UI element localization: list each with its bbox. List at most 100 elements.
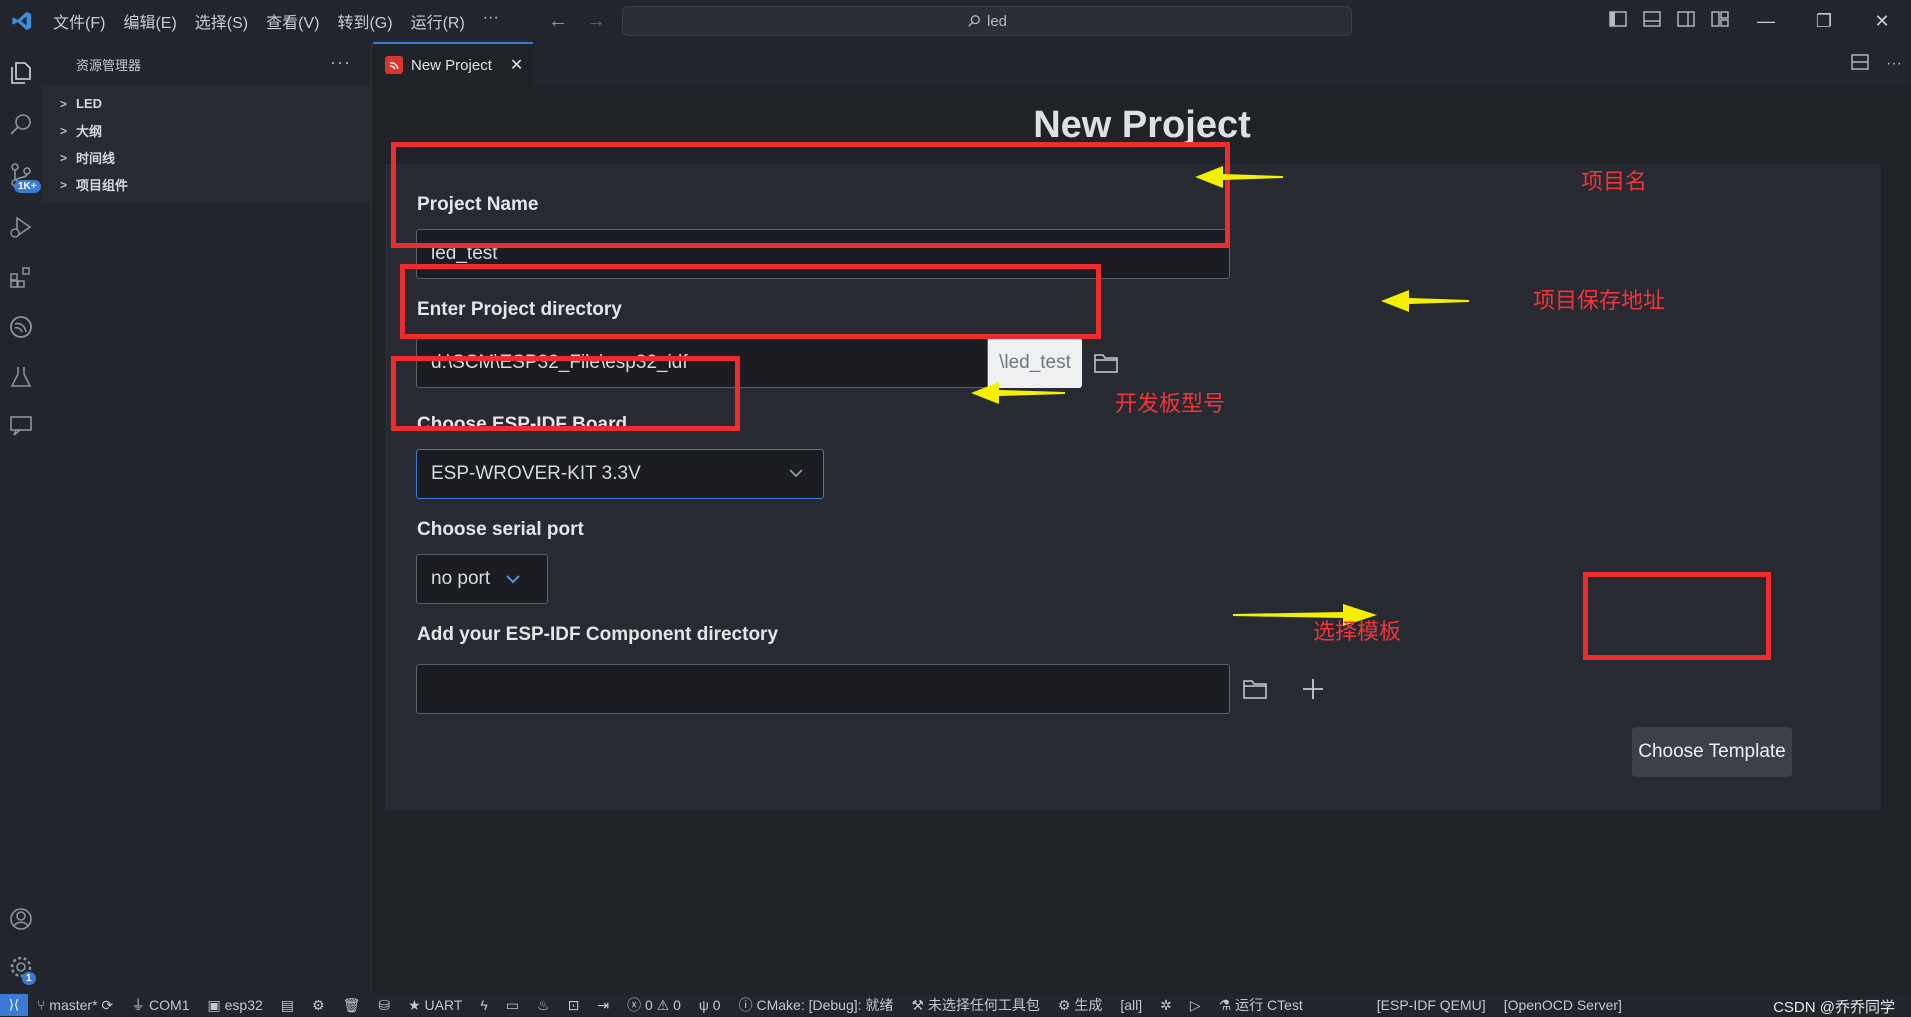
- toggle-panel-icon[interactable]: [1635, 10, 1669, 32]
- menu-go[interactable]: 转到(G): [328, 9, 401, 33]
- component-directory-input[interactable]: [416, 664, 1230, 714]
- tree-item-timeline[interactable]: > 时间线: [42, 144, 371, 171]
- menu-more[interactable]: ···: [474, 9, 508, 33]
- remote-indicator-icon[interactable]: ⟩⟨: [0, 994, 28, 1016]
- com-port-item[interactable]: ⏚ COM1: [122, 995, 198, 1015]
- toggle-primary-sidebar-icon[interactable]: [1601, 10, 1635, 32]
- vscode-logo-icon: [8, 7, 36, 35]
- openocd-item[interactable]: [OpenOCD Server]: [1495, 997, 1631, 1013]
- manage-gear-icon[interactable]: 1: [0, 946, 42, 988]
- explorer-sidebar: 资源管理器 ··· > LED > 大纲 > 时间线 > 项目组件: [42, 42, 372, 994]
- database-icon[interactable]: ⛁: [369, 997, 399, 1014]
- full-clean-icon[interactable]: 🗑: [334, 997, 370, 1014]
- ports-item[interactable]: ψ 0: [690, 997, 730, 1013]
- info-icon: ⓘ: [738, 997, 757, 1013]
- browse-folder-icon[interactable]: [1088, 345, 1124, 381]
- add-component-icon[interactable]: [1295, 671, 1331, 707]
- back-arrow-icon[interactable]: ←: [548, 10, 568, 33]
- close-window-icon[interactable]: ✕: [1853, 11, 1911, 32]
- annotation-box-project-name: [391, 142, 1230, 248]
- browse-component-folder-icon[interactable]: [1237, 671, 1273, 707]
- minimize-icon[interactable]: —: [1737, 11, 1795, 32]
- source-control-icon[interactable]: 1K+: [0, 154, 42, 196]
- menu-run[interactable]: 运行(R): [402, 9, 474, 33]
- esp-idf-icon[interactable]: [0, 306, 42, 348]
- terminal-icon[interactable]: ⊡: [559, 997, 589, 1014]
- qemu-item[interactable]: [ESP-IDF QEMU]: [1368, 997, 1495, 1013]
- sidebar-title: 资源管理器: [76, 57, 142, 73]
- chevron-right-icon: >: [60, 177, 68, 192]
- tree-item-label: 时间线: [76, 151, 116, 166]
- annotation-arrow-icon: [1195, 166, 1283, 188]
- menu-selection[interactable]: 选择(S): [186, 9, 257, 33]
- build-gear-icon: ⚙: [1057, 997, 1075, 1013]
- customize-layout-icon[interactable]: [1703, 10, 1737, 32]
- run-debug-icon[interactable]: [0, 206, 42, 248]
- chevron-right-icon: >: [60, 96, 68, 111]
- chevron-down-icon: [506, 575, 520, 584]
- command-center-search[interactable]: led: [622, 6, 1352, 36]
- flash-method-item[interactable]: ★ UART: [399, 997, 471, 1014]
- choose-template-button[interactable]: Choose Template: [1632, 727, 1792, 777]
- settings-badge: 1: [22, 972, 36, 985]
- sdk-config-icon[interactable]: ▤: [272, 997, 303, 1014]
- component-directory-label: Add your ESP-IDF Component directory: [417, 624, 779, 645]
- tools-icon: ⚒: [911, 997, 928, 1013]
- cmake-status-item[interactable]: ⓘ CMake: [Debug]: 就绪: [730, 995, 903, 1015]
- split-editor-icon[interactable]: [1843, 53, 1877, 75]
- flask-icon: ⚗: [1218, 997, 1236, 1013]
- monitor-icon[interactable]: ▭: [497, 997, 528, 1014]
- flame-icon[interactable]: ♨: [528, 997, 559, 1014]
- plug-icon: ⏚: [131, 997, 150, 1013]
- flash-bolt-icon[interactable]: ϟ: [471, 997, 496, 1013]
- target-item[interactable]: ▣ esp32: [199, 997, 272, 1014]
- annotation-note-project-dir: 项目保存地址: [1533, 288, 1666, 313]
- watermark: CSDN @乔乔同学: [1773, 999, 1895, 1016]
- annotation-note-board: 开发板型号: [1115, 391, 1226, 416]
- tab-label: New Project: [411, 56, 492, 74]
- settings-icon[interactable]: ⚙: [303, 997, 334, 1014]
- test-flask-icon[interactable]: [0, 356, 42, 398]
- menu-edit[interactable]: 编辑(E): [114, 9, 185, 33]
- close-icon[interactable]: ✕: [510, 55, 523, 75]
- menu-view[interactable]: 查看(V): [257, 9, 328, 33]
- annotation-arrow-icon: [1381, 290, 1469, 312]
- search-view-icon[interactable]: [0, 104, 42, 146]
- tab-new-project[interactable]: New Project ✕: [373, 42, 533, 86]
- kit-item[interactable]: ⚒ 未选择任何工具包: [902, 995, 1048, 1015]
- esp-idf-tab-icon: [385, 56, 403, 74]
- ctest-item[interactable]: ⚗ 运行 CTest: [1210, 995, 1312, 1015]
- debug-bug-icon[interactable]: ✲: [1151, 997, 1181, 1014]
- editor-area: New Project Project Name led_test Enter …: [373, 86, 1911, 994]
- tree-item-components[interactable]: > 项目组件: [42, 171, 371, 198]
- board-select[interactable]: ESP-WROVER-KIT 3.3V: [416, 449, 824, 499]
- problems-item[interactable]: ⓧ 0 ⚠ 0: [618, 995, 690, 1015]
- tree-item-outline[interactable]: > 大纲: [42, 117, 371, 144]
- serial-port-select[interactable]: no port: [416, 554, 548, 604]
- tree-item-label: 大纲: [76, 124, 103, 139]
- serial-port-value: no port: [431, 568, 491, 589]
- chat-icon[interactable]: [0, 404, 42, 446]
- forward-arrow-icon[interactable]: →: [586, 10, 606, 33]
- menu-file[interactable]: 文件(F): [44, 9, 114, 33]
- chip-icon: ▣: [207, 996, 225, 1013]
- build-target-item[interactable]: [all]: [1111, 997, 1151, 1013]
- annotation-box-board: [391, 356, 740, 431]
- git-branch-item[interactable]: ⑂ master* ⟳: [28, 997, 122, 1014]
- toggle-secondary-sidebar-icon[interactable]: [1669, 10, 1703, 32]
- extensions-icon[interactable]: [0, 256, 42, 298]
- error-icon: ⓧ: [627, 997, 645, 1013]
- explorer-icon[interactable]: [0, 52, 42, 94]
- restore-icon[interactable]: ❐: [1795, 11, 1853, 32]
- accounts-icon[interactable]: [0, 898, 42, 940]
- annotation-box-template: [1583, 572, 1771, 660]
- more-actions-icon[interactable]: ···: [330, 52, 351, 73]
- build-item[interactable]: ⚙ 生成: [1049, 995, 1111, 1015]
- export-icon[interactable]: ⇥: [588, 997, 618, 1014]
- run-play-icon[interactable]: ▷: [1181, 997, 1210, 1014]
- title-bar: 文件(F) 编辑(E) 选择(S) 查看(V) 转到(G) 运行(R) ··· …: [0, 0, 1911, 42]
- annotation-note-project-name: 项目名: [1581, 169, 1648, 194]
- tree-item-led[interactable]: > LED: [42, 90, 371, 117]
- warning-icon: ⚠: [656, 997, 674, 1013]
- editor-more-icon[interactable]: ···: [1877, 55, 1911, 73]
